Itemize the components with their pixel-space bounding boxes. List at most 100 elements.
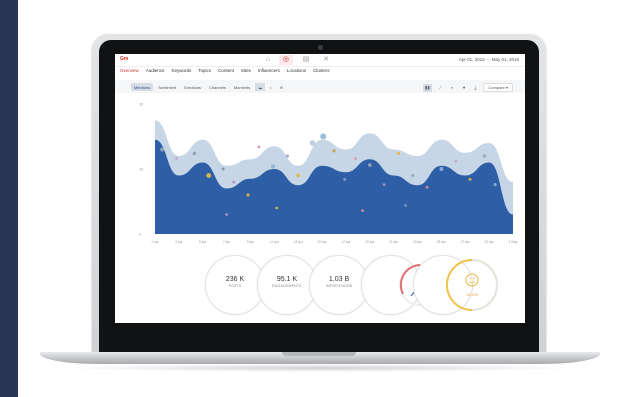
pill-emotions[interactable]: Emotions (181, 83, 204, 91)
contrast-icon[interactable]: ◐ (449, 84, 456, 91)
posts-label: POSTS (228, 284, 242, 288)
left-edge (0, 0, 18, 397)
event-dot[interactable] (174, 157, 178, 161)
smiley-icon (446, 259, 498, 311)
pill-channels[interactable]: Channels (206, 83, 229, 91)
compare-button[interactable]: Compare ▾ (483, 83, 513, 92)
x-tick-label: 25 Apr (437, 240, 447, 244)
event-dot[interactable] (270, 164, 276, 169)
event-dot[interactable] (285, 154, 290, 158)
chart-toolbar: Mentions Sentiment Emotions Channels Moments… (115, 80, 525, 93)
tab-keywords[interactable]: Keywords (172, 68, 192, 76)
x-tick-label: 17 Apr (341, 240, 351, 244)
event-dot[interactable] (232, 180, 236, 184)
event-dot[interactable] (425, 185, 429, 189)
tab-sites[interactable]: Sites (241, 68, 251, 76)
event-dot[interactable] (296, 173, 301, 178)
event-dot[interactable] (343, 177, 347, 181)
chart-tools: ▮▮ ⟋ ◐ ● ⤓ Compare ▾ (422, 83, 513, 92)
event-dot[interactable] (468, 177, 472, 181)
wifi-icon[interactable]: ≋ (277, 83, 286, 91)
laptop-notch (282, 352, 356, 356)
gauge-stat: 20 (361, 255, 441, 315)
tab-clusters[interactable]: Clusters (313, 68, 330, 76)
x-tick-label: 13 Apr (294, 240, 304, 244)
mentions-chart: 2K 1K 0 1 Apr 3 Apr 5 Apr 7 Apr 9 Apr 11 Apr 13 A… (139, 103, 518, 245)
x-tick-label: 1 May (509, 240, 518, 244)
event-dot[interactable] (332, 149, 336, 153)
pill-mentions[interactable]: Mentions (131, 83, 154, 91)
event-dot[interactable] (246, 193, 250, 197)
event-dot[interactable] (160, 147, 165, 152)
event-dot[interactable] (382, 183, 386, 186)
x-tick-label: 27 Apr (461, 240, 471, 244)
x-tick-label: 21 Apr (389, 240, 399, 244)
metric-pills: Mentions Sentiment Emotions Channels Moments… (131, 83, 286, 91)
x-tick-label: 7 Apr (223, 240, 231, 244)
y-tick-label: 0 (139, 233, 141, 237)
impressions-value: 1.03 B (328, 276, 350, 283)
event-dot[interactable] (404, 204, 407, 207)
line-chart-icon[interactable]: ⟋ (437, 84, 444, 91)
event-dot[interactable] (361, 209, 365, 212)
tab-influencers[interactable]: Influencers (258, 68, 280, 76)
compare-label: Compare (488, 85, 505, 90)
x-tick-label: 29 Apr (485, 240, 495, 244)
tab-overview[interactable]: Overview (120, 68, 139, 76)
tab-audience[interactable]: Audience (146, 68, 165, 76)
event-dot[interactable] (482, 154, 487, 158)
date-end: May 01, 2016 (491, 57, 519, 62)
date-range-picker[interactable]: Apr 01, 2016 — May 01, 2016 (459, 57, 519, 62)
app-topbar: Gm ⌂ ◎ ▤ ✕ Apr 01, 2016 — May 01, 2016 (115, 54, 525, 67)
pill-sentiment[interactable]: Sentiment (155, 83, 179, 91)
x-tick-label: 15 Apr (317, 240, 327, 244)
x-tick-label: 23 Apr (413, 240, 423, 244)
y-tick-label: 2K (139, 103, 144, 107)
event-dot[interactable] (309, 140, 316, 146)
sentiment-stat: 26.4% (413, 255, 498, 315)
document-icon[interactable]: ▤ (299, 55, 313, 65)
x-tick-label: 11 Apr (270, 240, 280, 244)
event-dot[interactable] (257, 145, 261, 149)
event-dot[interactable] (320, 133, 327, 140)
event-dot[interactable] (493, 183, 497, 187)
tools-icon[interactable]: ✕ (319, 55, 333, 65)
engagements-label: ENGAGEMENTS (272, 284, 302, 288)
info-icon[interactable]: ● (461, 84, 468, 91)
event-dot[interactable] (454, 159, 458, 163)
tab-locations[interactable]: Locations (287, 68, 306, 76)
event-dot[interactable] (411, 174, 415, 177)
brand-logo[interactable]: Gm (120, 56, 128, 62)
tab-content[interactable]: Content (218, 68, 234, 76)
tab-topics[interactable]: Topics (198, 68, 211, 76)
posts-value: 236 K (225, 276, 245, 283)
pill-moments[interactable]: Moments (231, 83, 253, 91)
stats-row: 236 K POSTS 95.1 K ENGAGEMENTS 1.03 B IM… (115, 255, 525, 323)
event-dot[interactable] (225, 213, 228, 216)
event-dot[interactable] (354, 157, 357, 160)
target-icon[interactable]: ◎ (279, 55, 293, 65)
dot-icon[interactable]: • (267, 83, 274, 91)
event-dot[interactable] (221, 167, 225, 171)
camera-icon (318, 45, 323, 50)
event-dot[interactable] (206, 173, 212, 178)
x-tick-label: 19 Apr (365, 240, 375, 244)
laptop-shadow (60, 364, 580, 372)
date-start: Apr 01, 2016 (458, 57, 485, 62)
bar-chart-icon[interactable]: ▮▮ (422, 83, 432, 92)
home-icon[interactable]: ⌂ (261, 55, 275, 65)
x-tick-label: 5 Apr (199, 240, 207, 244)
event-dot[interactable] (368, 163, 372, 167)
event-dot[interactable] (396, 151, 401, 155)
engagements-value: 95.1 K (276, 276, 298, 283)
event-dot[interactable] (439, 167, 444, 171)
x-tick-label: 1 Apr (151, 240, 159, 244)
x-tick-label: 9 Apr (247, 240, 255, 244)
cloud-icon[interactable]: ☁ (255, 83, 266, 91)
x-tick-label: 3 Apr (175, 240, 183, 244)
download-icon[interactable]: ⤓ (472, 84, 478, 91)
event-dot[interactable] (192, 151, 197, 156)
event-dot[interactable] (275, 206, 279, 210)
sentiment-value: 26.4% (466, 292, 478, 297)
date-separator: — (484, 57, 492, 62)
